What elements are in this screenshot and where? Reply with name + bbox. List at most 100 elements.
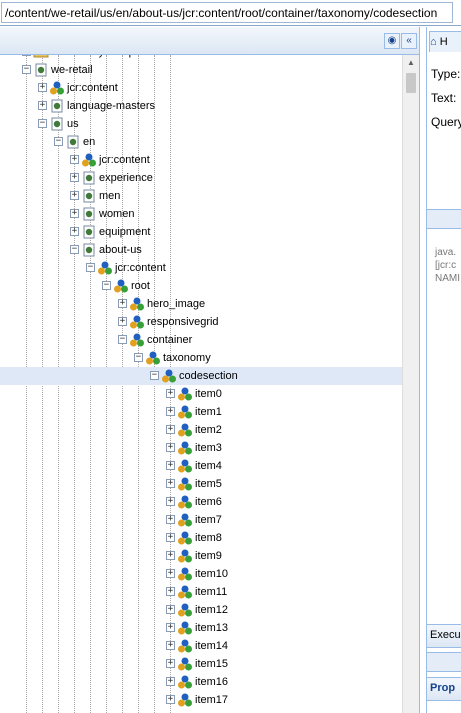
collapse-toggle-icon[interactable]: − [22,55,31,56]
scroll-up-icon[interactable]: ▲ [403,55,419,71]
expand-toggle-icon[interactable]: + [166,569,175,578]
tree-node[interactable]: − jcr:content [0,259,402,277]
tree-node[interactable]: + item5 [0,475,402,493]
tree-node[interactable]: + women [0,205,402,223]
collapse-toggle-icon[interactable]: − [22,65,31,74]
expand-toggle-icon[interactable]: + [166,443,175,452]
tree-node[interactable]: + responsivegrid [0,313,402,331]
tree-node[interactable]: + item4 [0,457,402,475]
tree-node-label: item0 [195,388,222,400]
component-node-icon [177,692,193,708]
expand-toggle-icon[interactable]: + [70,191,79,200]
expand-toggle-icon[interactable]: + [118,317,127,326]
expand-toggle-icon[interactable]: + [166,425,175,434]
expand-toggle-icon[interactable]: + [118,299,127,308]
tree-node-label: item12 [195,604,229,616]
expand-toggle-icon[interactable]: + [166,515,175,524]
expand-toggle-icon[interactable]: + [166,587,175,596]
tree-node[interactable]: + item1 [0,403,402,421]
tree-node[interactable]: − about-us [0,241,402,259]
component-node-icon [177,620,193,636]
collapse-toggle-icon[interactable]: − [102,281,111,290]
component-node-icon [177,674,193,690]
tree-node[interactable]: + item12 [0,601,402,619]
tree-node[interactable]: + item11 [0,583,402,601]
properties-tab-label: Prop [430,682,456,694]
tree-node[interactable]: + item17 [0,691,402,709]
tree-node[interactable]: + item10 [0,565,402,583]
tree-node[interactable]: + language-masters [0,97,402,115]
tree-node[interactable]: + item0 [0,385,402,403]
properties-tab[interactable]: Prop [427,677,461,701]
tree-node[interactable]: + item14 [0,637,402,655]
expand-toggle-icon[interactable]: + [166,551,175,560]
scroll-thumb[interactable] [406,73,416,93]
expand-toggle-icon[interactable]: + [166,623,175,632]
tree-node[interactable]: + jcr:content [0,151,402,169]
tree-node[interactable]: + item3 [0,439,402,457]
tree-node[interactable]: + item15 [0,655,402,673]
expand-toggle-icon[interactable]: + [166,695,175,704]
expand-toggle-icon[interactable]: + [166,533,175,542]
tree-node[interactable]: − we-retail [0,61,402,79]
expand-toggle-icon[interactable]: + [166,605,175,614]
expand-toggle-icon[interactable]: + [166,497,175,506]
tree-node-label: men [99,190,121,202]
tree-node[interactable]: + men [0,187,402,205]
collapse-toggle-icon[interactable]: − [86,263,95,272]
double-chevron-left-icon[interactable]: « [401,33,417,49]
tree-node[interactable]: + item8 [0,529,402,547]
expand-toggle-icon[interactable]: + [70,209,79,218]
expand-toggle-icon[interactable]: + [166,641,175,650]
tree-scrollbar[interactable]: ▲ [402,55,419,713]
expand-toggle-icon[interactable]: + [38,101,47,110]
tree-node-label: item10 [195,568,229,580]
expand-toggle-icon[interactable]: + [166,407,175,416]
component-node-icon [145,350,161,366]
tree-node[interactable]: + equipment [0,223,402,241]
expand-toggle-icon[interactable]: + [166,479,175,488]
tree-node[interactable]: − us [0,115,402,133]
collapse-toggle-icon[interactable]: − [118,335,127,344]
expand-toggle-icon[interactable]: + [166,461,175,470]
tree-node[interactable]: + item9 [0,547,402,565]
tree-node[interactable]: + item6 [0,493,402,511]
home-tab[interactable]: ⌂ H [429,31,461,52]
component-node-icon [129,332,145,348]
tree-node[interactable]: + item2 [0,421,402,439]
tree-node[interactable]: − codesection [0,367,402,385]
expand-toggle-icon[interactable]: + [70,173,79,182]
tree-node[interactable]: − container [0,331,402,349]
path-bar [0,0,461,26]
collapse-toggle-icon[interactable]: − [54,137,63,146]
collapse-toggle-icon[interactable]: − [70,245,79,254]
page-node-icon [81,170,97,186]
path-input[interactable] [1,2,453,23]
tree-node[interactable]: − taxonomy [0,349,402,367]
expand-toggle-icon[interactable]: + [166,677,175,686]
tree-node-label: responsivegrid [147,316,219,328]
tree-node[interactable]: + item7 [0,511,402,529]
expand-toggle-icon[interactable]: + [70,227,79,236]
collapse-toggle-icon[interactable]: − [134,353,143,362]
tree-node[interactable]: + jcr:content [0,79,402,97]
tree-node[interactable]: + hero_image [0,295,402,313]
tree-node[interactable]: + experience [0,169,402,187]
properties-panel: ⌂ H Type: Text: Query java. [jcr:c NAMI … [426,27,461,713]
tree-node[interactable]: + item16 [0,673,402,691]
tree-node-label: item1 [195,406,222,418]
collapse-toggle-icon[interactable]: − [38,119,47,128]
expand-toggle-icon[interactable]: + [166,659,175,668]
tree-node-label: root [131,280,150,292]
binoculars-icon[interactable]: ◉ [384,33,400,49]
execute-bar[interactable]: Execu [427,624,461,648]
expand-toggle-icon[interactable]: + [166,389,175,398]
tree-node-label: about-us [99,244,142,256]
tree-node[interactable]: + item13 [0,619,402,637]
collapse-toggle-icon[interactable]: − [150,371,159,380]
tree-node[interactable]: − root [0,277,402,295]
expand-toggle-icon[interactable]: + [70,155,79,164]
tree-node-label: item16 [195,676,229,688]
expand-toggle-icon[interactable]: + [38,83,47,92]
tree-node[interactable]: − en [0,133,402,151]
